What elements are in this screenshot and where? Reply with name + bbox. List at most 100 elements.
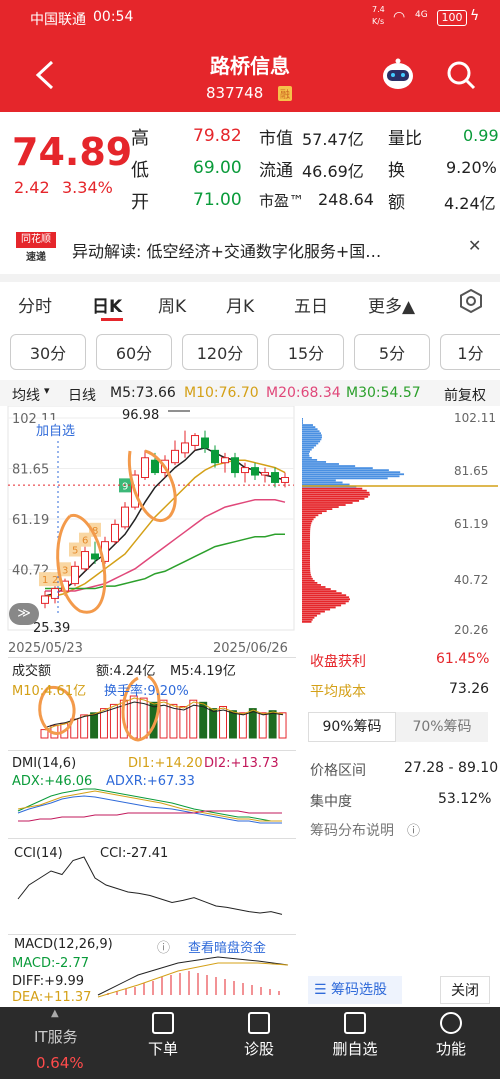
period-30m[interactable]: 30分	[10, 334, 86, 370]
chip-tab-70[interactable]: 70%筹码	[396, 712, 488, 742]
tab-daily-k[interactable]: 日K	[92, 292, 122, 317]
robot-assistant-icon[interactable]	[380, 58, 416, 92]
expand-left-icon[interactable]: ≫	[9, 603, 39, 625]
clock: 00:54	[93, 9, 134, 25]
avg-cost-value: 73.26	[449, 681, 490, 697]
chip-bar	[302, 516, 316, 519]
avg-cost-label: 平均成本	[310, 684, 366, 700]
chip-bar	[302, 475, 400, 478]
price-change: 2.42	[14, 178, 50, 197]
chip-bar	[302, 530, 311, 533]
dark-pool-link[interactable]: 查看暗盘资金	[188, 937, 266, 956]
close-button[interactable]: 关闭	[440, 976, 490, 1004]
ma-legend-bar: 均线 ▾ 日线 M5:73.66 M10:76.70 M20:68.34 M30…	[0, 380, 500, 406]
volume-bar	[219, 706, 228, 739]
search-icon[interactable]	[444, 58, 478, 92]
volume-bar	[238, 712, 247, 739]
news-strip[interactable]: 同花顺 速递 异动解读: 低空经济+交通数字化服务+国… ✕	[0, 222, 500, 274]
period-5m[interactable]: 5分	[354, 334, 430, 370]
candle-body	[241, 467, 249, 474]
chip-bar	[302, 545, 311, 547]
candle-body	[181, 442, 189, 454]
add-watchlist-link[interactable]: 加自选	[36, 420, 76, 439]
adjust-mode[interactable]: 前复权	[444, 385, 486, 405]
volume-m5: M5:4.19亿	[170, 664, 236, 679]
chip-bar	[302, 469, 389, 472]
volume-bar	[209, 708, 218, 739]
period-mode: 日线	[68, 388, 96, 404]
chip-bar	[302, 600, 349, 603]
period-15m[interactable]: 15分	[268, 334, 344, 370]
last-price: 74.89	[12, 130, 133, 174]
tab-five-day[interactable]: 五日	[294, 292, 328, 317]
order-button[interactable]: 下单	[128, 1012, 198, 1059]
chip-select-button[interactable]: ☰ 筹码选股	[308, 976, 402, 1004]
chip-bar	[302, 479, 336, 482]
chip-bar	[302, 588, 331, 590]
help-icon[interactable]: ⓘ	[157, 937, 170, 956]
chip-bar	[302, 454, 310, 457]
chip-bar	[302, 514, 319, 517]
candle-body	[201, 437, 209, 449]
chevron-down-icon: ▾	[44, 384, 50, 397]
low-label: 低	[131, 160, 149, 181]
stock-code: 837748	[206, 84, 264, 102]
chip-bar	[302, 518, 314, 521]
period-60m[interactable]: 60分	[96, 334, 172, 370]
close-icon[interactable]: ✕	[468, 236, 481, 255]
chip-explain-link[interactable]: 筹码分布说明	[310, 820, 394, 840]
chip-bar	[302, 522, 312, 525]
candlestick-chart[interactable]: 102.1181.6561.1940.72 1 235689	[0, 406, 300, 640]
chip-bar	[302, 561, 311, 564]
candle-body	[281, 477, 289, 483]
macd-label[interactable]: MACD(12,26,9)	[14, 937, 113, 952]
cci-label[interactable]: CCI(14)	[14, 846, 63, 861]
help-icon[interactable]: ⓘ	[407, 820, 420, 839]
high-label: 高	[131, 128, 149, 149]
document-icon	[152, 1012, 174, 1034]
volume-bar	[169, 703, 178, 739]
volume-ratio-label: 量比	[388, 129, 422, 149]
diagnose-button[interactable]: 诊股	[224, 1012, 294, 1059]
quote-panel: 74.89 2.42 3.34% 高 79.82 低 69.00 开 71.00…	[0, 112, 500, 222]
chip-bar	[302, 579, 315, 582]
chip-bar	[302, 493, 370, 496]
brand-logo: 同花顺	[16, 232, 56, 248]
tab-monthly-k[interactable]: 月K	[226, 292, 254, 317]
price-range-value: 27.28 - 89.10	[404, 760, 499, 776]
sector-name[interactable]: IT服务	[34, 1026, 78, 1047]
volume-ratio-value: 0.99	[463, 126, 499, 145]
candle-body	[81, 551, 89, 570]
chip-bar	[302, 520, 313, 523]
volume-label[interactable]: 成交额	[12, 660, 51, 679]
turnover-value: 9.20%	[446, 158, 497, 177]
chip-bar	[302, 526, 311, 529]
chip-y-tick: 40.72	[454, 573, 489, 587]
concentration-label: 集中度	[310, 794, 352, 810]
period-120m[interactable]: 120分	[182, 334, 258, 370]
ma30-value: M30:54.57	[346, 385, 421, 401]
float-value: 46.69亿	[302, 162, 364, 181]
chip-bar	[302, 500, 360, 502]
dmi-label[interactable]: DMI(14,6)	[12, 756, 76, 771]
function-button[interactable]: 功能	[416, 1012, 486, 1059]
settings-icon[interactable]	[458, 288, 484, 314]
remove-watch-button[interactable]: 删自选	[320, 1012, 390, 1059]
tab-intraday[interactable]: 分时	[18, 292, 52, 317]
open-label: 开	[131, 192, 149, 213]
minus-box-icon	[344, 1012, 366, 1034]
candle-body	[121, 506, 129, 528]
ma-selector[interactable]: 均线	[12, 385, 40, 405]
chip-bar	[302, 616, 315, 619]
candle-body	[51, 588, 59, 599]
date-end: 2025/06/26	[213, 641, 288, 656]
tab-more[interactable]: 更多▲	[368, 292, 415, 317]
chip-bar	[302, 430, 320, 433]
chip-bar	[302, 432, 321, 435]
amount-label: 额	[388, 193, 405, 213]
chip-bar	[302, 438, 322, 441]
period-1m[interactable]: 1分	[440, 334, 500, 370]
tab-weekly-k[interactable]: 周K	[158, 292, 186, 317]
candle-body	[111, 523, 119, 543]
chip-tab-90[interactable]: 90%筹码	[308, 712, 396, 742]
